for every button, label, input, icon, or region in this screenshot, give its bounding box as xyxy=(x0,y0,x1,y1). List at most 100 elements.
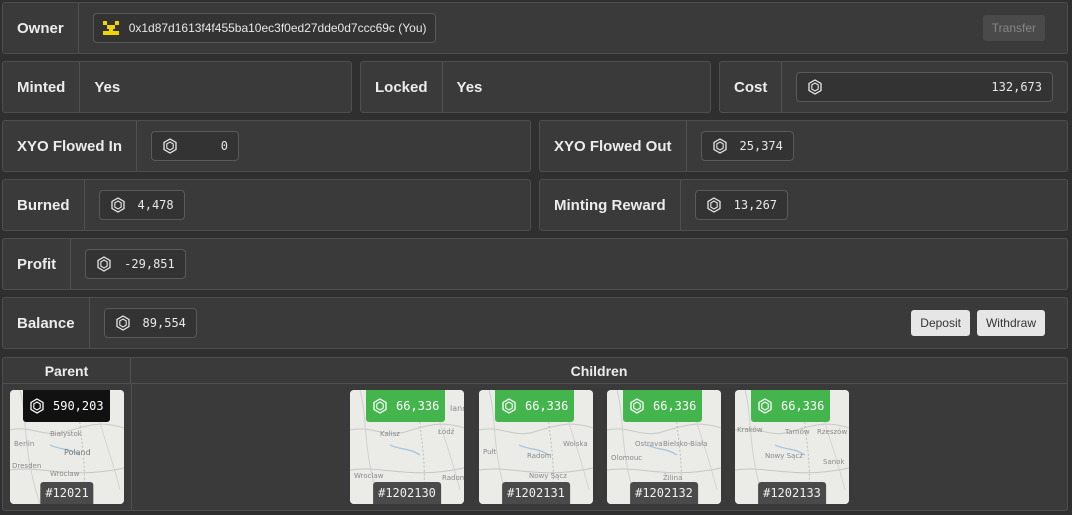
child-card[interactable]: Kraków Tarnów Rzeszów Nowy Sącz Sanok 66… xyxy=(735,390,849,504)
map-label: Pułt xyxy=(483,448,497,456)
balance-pill: 89,554 xyxy=(103,308,197,338)
map-label: land xyxy=(450,404,464,413)
profit-panel: Profit -29,851 xyxy=(2,238,1068,290)
parent-header: Parent xyxy=(3,358,131,384)
flowed-in-label: XYO Flowed In xyxy=(3,121,138,171)
xyo-token-icon xyxy=(501,398,517,414)
map-label: Wroclaw xyxy=(354,472,384,480)
child-value: 66,336 xyxy=(525,399,569,413)
locked-value: Yes xyxy=(456,78,483,96)
flowed-in-value: 0 xyxy=(220,139,229,153)
map-label: Łódź xyxy=(438,428,455,436)
child-card[interactable]: Ostrava Bielsko-Biała Olomouc Žilina 66,… xyxy=(607,390,721,504)
balance-label: Balance xyxy=(3,298,90,348)
burned-value: 4,478 xyxy=(137,198,174,212)
map-label: Bialystok xyxy=(50,430,82,438)
child-card[interactable]: Pułt Radom Wolska Nowy Sącz 66,336 #1202… xyxy=(479,390,593,504)
xyo-token-icon xyxy=(757,398,773,414)
map-label: Žilina xyxy=(663,474,683,482)
cost-panel: Cost 132,673 xyxy=(719,61,1068,113)
child-card[interactable]: land Kalisz Łódź Wroclaw Radom 66,336 #1… xyxy=(350,390,464,504)
xyo-token-icon xyxy=(807,79,823,95)
xyo-token-icon xyxy=(712,138,728,154)
child-value: 66,336 xyxy=(396,399,440,413)
child-id-tag: #1202131 xyxy=(502,482,570,504)
map-label: Rzeszów xyxy=(817,428,848,436)
cost-pill: 132,673 xyxy=(796,72,1053,102)
child-id-tag: #1202130 xyxy=(373,482,441,504)
map-label: Berlin xyxy=(14,440,35,448)
locked-panel: Locked Yes xyxy=(360,61,711,113)
flowed-out-label: XYO Flowed Out xyxy=(540,121,687,171)
children-header: Children xyxy=(131,358,1067,384)
xyo-token-icon xyxy=(29,398,45,414)
parent-value: 590,203 xyxy=(53,399,104,413)
xyo-token-icon xyxy=(706,197,722,213)
tree-divider xyxy=(131,384,132,510)
map-label: Radom xyxy=(527,452,552,460)
child-value-badge: 66,336 xyxy=(623,390,703,422)
minted-label: Minted xyxy=(3,62,81,112)
map-label: Olomouc xyxy=(611,454,643,462)
map-label: Kraków xyxy=(737,426,763,434)
map-label: Nowy Sącz xyxy=(765,452,803,460)
xyo-token-icon xyxy=(115,315,131,331)
minted-value: Yes xyxy=(94,78,121,96)
withdraw-button[interactable]: Withdraw xyxy=(976,310,1045,336)
flowed-out-value: 25,374 xyxy=(739,139,783,153)
map-label: Wroclaw xyxy=(50,470,80,478)
deposit-button[interactable]: Deposit xyxy=(911,310,970,336)
parent-value-badge: 590,203 xyxy=(23,390,110,422)
burned-panel: Burned 4,478 xyxy=(2,179,531,231)
flowed-out-pill: 25,374 xyxy=(700,131,794,161)
minting-reward-label: Minting Reward xyxy=(540,180,681,230)
map-label: Radom xyxy=(442,474,464,482)
minted-panel: Minted Yes xyxy=(2,61,352,113)
profit-value: -29,851 xyxy=(124,257,175,271)
child-value-badge: 66,336 xyxy=(751,390,831,422)
map-label: Sanok xyxy=(823,458,845,466)
map-label: Tarnów xyxy=(785,428,810,436)
xyo-token-icon xyxy=(372,398,388,414)
owner-avatar-icon xyxy=(102,21,119,35)
owner-address: 0x1d87d1613f4f455ba10ec3f0ed27dde0d7ccc6… xyxy=(128,21,427,35)
flowed-in-pill: 0 xyxy=(151,131,240,161)
child-value-badge: 66,336 xyxy=(495,390,575,422)
xyo-token-icon xyxy=(629,398,645,414)
minting-reward-value: 13,267 xyxy=(733,198,778,212)
burned-label: Burned xyxy=(3,180,85,230)
map-label: Bielsko-Biała xyxy=(663,440,708,448)
transfer-button[interactable]: Transfer xyxy=(982,15,1045,41)
child-value-badge: 66,336 xyxy=(366,390,446,422)
map-label: Wolska xyxy=(563,440,588,448)
map-label: Kalisz xyxy=(380,430,400,438)
xyo-token-icon xyxy=(96,256,112,272)
map-label: Ostrava xyxy=(635,440,663,448)
flowed-in-panel: XYO Flowed In 0 xyxy=(2,120,531,172)
locked-label: Locked xyxy=(361,62,443,112)
balance-panel: Balance 89,554 Deposit Withdraw xyxy=(2,297,1068,349)
cost-value: 132,673 xyxy=(991,80,1042,94)
owner-label: Owner xyxy=(3,3,79,53)
cost-label: Cost xyxy=(720,62,783,112)
lineage-panel: Parent Children Bialystok Berlin Poland … xyxy=(2,357,1068,511)
xyo-token-icon xyxy=(110,197,126,213)
child-value: 66,336 xyxy=(653,399,697,413)
profit-label: Profit xyxy=(3,239,72,289)
xyo-token-icon xyxy=(162,138,178,154)
map-label: Poland xyxy=(64,448,91,457)
burned-pill: 4,478 xyxy=(98,190,185,220)
balance-actions: Deposit Withdraw xyxy=(911,310,1045,336)
minting-reward-panel: Minting Reward 13,267 xyxy=(539,179,1068,231)
minting-reward-pill: 13,267 xyxy=(694,190,789,220)
parent-card[interactable]: Bialystok Berlin Poland Dresden Wroclaw … xyxy=(10,390,124,504)
owner-address-pill[interactable]: 0x1d87d1613f4f455ba10ec3f0ed27dde0d7ccc6… xyxy=(92,13,436,43)
profit-pill: -29,851 xyxy=(85,249,186,279)
child-value: 66,336 xyxy=(781,399,825,413)
map-label: Dresden xyxy=(12,462,42,470)
child-id-tag: #1202133 xyxy=(758,482,826,504)
map-label: Nowy Sącz xyxy=(529,472,567,480)
owner-panel: Owner 0x1d87d1613f4f455ba10ec3f0ed27dde0… xyxy=(2,2,1068,54)
child-id-tag: #1202132 xyxy=(630,482,698,504)
parent-id-tag: #12021 xyxy=(40,482,94,504)
